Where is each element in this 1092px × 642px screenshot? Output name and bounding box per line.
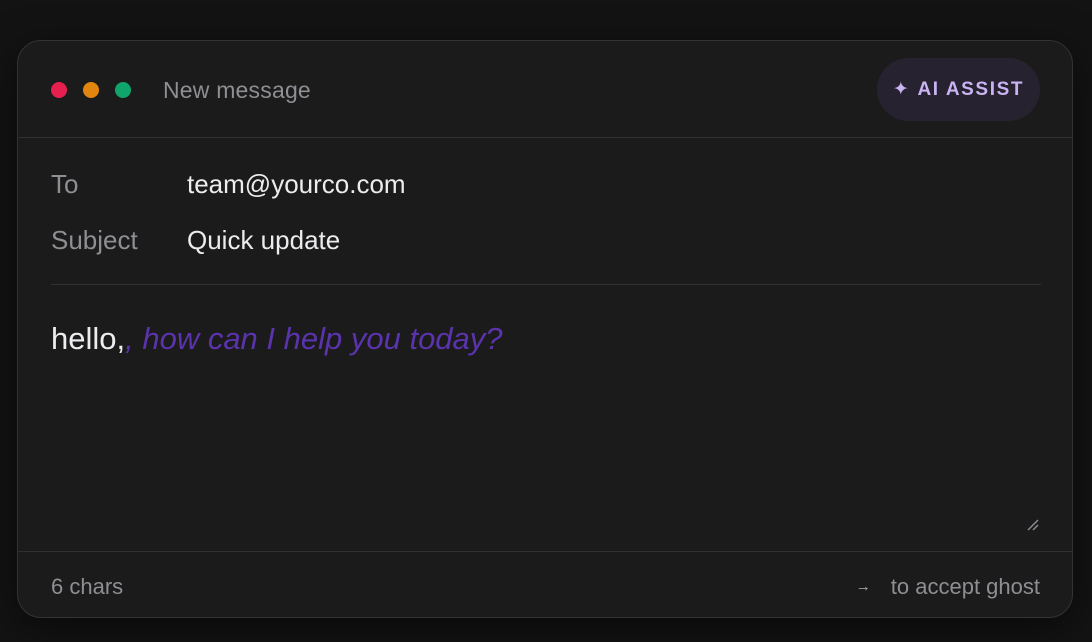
ghost-suggestion-text: , how can I help you today? (125, 321, 503, 356)
accept-ghost-hint: → to accept ghost (856, 574, 1040, 600)
right-arrow-key-icon: → (855, 578, 871, 595)
to-input[interactable]: team@yourco.com (187, 164, 406, 204)
maximize-window-button[interactable] (115, 82, 131, 98)
subject-label: Subject (51, 225, 138, 255)
char-count: 6 chars (51, 574, 124, 599)
ai-assist-button[interactable]: ✦ AI ASSIST (877, 58, 1040, 121)
sparkle-icon: ✦ (892, 79, 911, 100)
compose-window: New message ✦ AI ASSIST To team@yourco.c… (17, 40, 1073, 618)
to-field-row: To team@yourco.com (51, 164, 1041, 204)
status-footer: 6 chars → to accept ghost (18, 551, 1072, 617)
minimize-window-button[interactable] (83, 82, 99, 98)
window-title: New message (163, 77, 311, 103)
typed-text: hello, (51, 321, 126, 356)
to-label: To (51, 169, 79, 199)
subject-field-row: Subject Quick update (51, 220, 1041, 260)
message-body-textarea[interactable]: hello,, how can I help you today? (51, 317, 1041, 517)
header-divider (51, 284, 1041, 285)
ai-assist-label: AI ASSIST (917, 78, 1025, 100)
subject-input[interactable]: Quick update (187, 220, 340, 260)
resize-handle-icon[interactable] (1027, 519, 1039, 531)
close-window-button[interactable] (51, 82, 67, 98)
title-bar: New message ✦ AI ASSIST (18, 41, 1072, 138)
accept-hint-text: to accept ghost (890, 574, 1040, 599)
